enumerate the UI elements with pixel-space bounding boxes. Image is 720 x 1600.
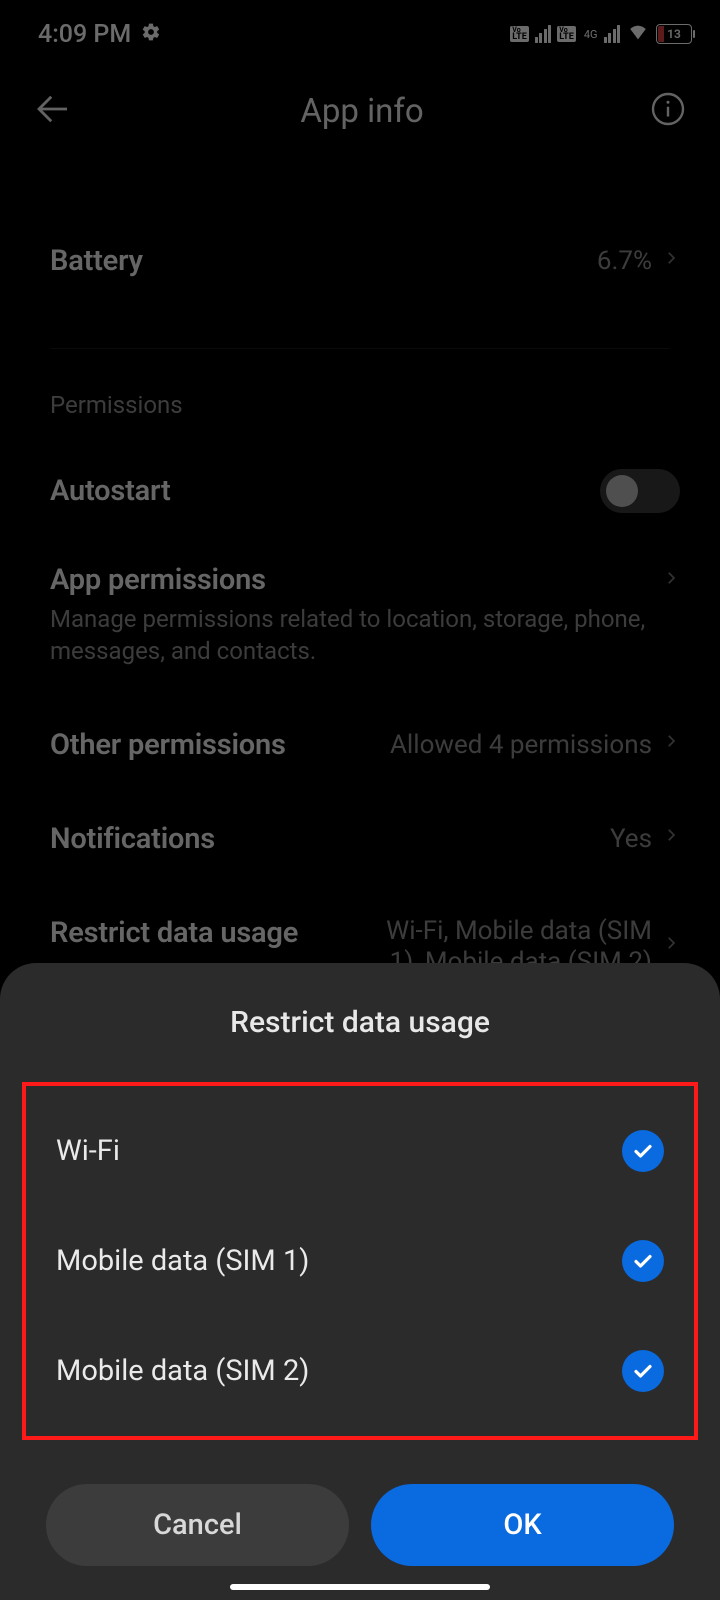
- row-subtext: Manage permissions related to location, …: [50, 603, 680, 668]
- page-header: App info: [0, 68, 720, 164]
- signal-icon-2: [604, 25, 621, 43]
- row-app-permissions[interactable]: App permissions Manage permissions relat…: [0, 533, 720, 688]
- page-title: App info: [300, 92, 423, 131]
- option-sim2[interactable]: Mobile data (SIM 2): [26, 1316, 694, 1426]
- row-value: Allowed 4 permissions: [390, 728, 680, 761]
- battery-percent: 13: [667, 27, 681, 41]
- row-label: Restrict data usage: [50, 916, 298, 950]
- back-button[interactable]: [32, 88, 74, 134]
- ok-label: OK: [503, 1508, 541, 1542]
- ok-button[interactable]: OK: [371, 1484, 674, 1566]
- option-label: Mobile data (SIM 2): [56, 1354, 309, 1388]
- check-icon: [622, 1130, 664, 1172]
- row-label: Other permissions: [50, 728, 286, 762]
- row-value: Yes: [610, 822, 680, 855]
- row-label: App permissions: [50, 563, 266, 597]
- signal-icon-1: [535, 25, 552, 43]
- chevron-right-icon: [662, 565, 680, 595]
- settings-content: Battery 6.7% Permissions Autostart App p…: [0, 164, 720, 998]
- row-notifications[interactable]: Notifications Yes: [0, 782, 720, 876]
- row-autostart[interactable]: Autostart: [0, 449, 720, 533]
- cancel-label: Cancel: [153, 1508, 242, 1542]
- background-page: 4:09 PM VoLTE VoLTE 4G 13: [0, 0, 720, 998]
- chevron-right-icon: [662, 728, 680, 761]
- restrict-data-dialog: Restrict data usage Wi-Fi Mobile data (S…: [0, 963, 720, 1600]
- wifi-icon: [626, 21, 650, 47]
- check-icon: [622, 1240, 664, 1282]
- other-permissions-value: Allowed 4 permissions: [390, 730, 652, 760]
- row-value: 6.7%: [597, 245, 680, 278]
- gear-icon: [141, 20, 161, 49]
- status-bar: 4:09 PM VoLTE VoLTE 4G 13: [0, 0, 720, 68]
- highlight-box: Wi-Fi Mobile data (SIM 1) Mobile data (S…: [22, 1082, 698, 1440]
- row-label: Battery: [50, 244, 143, 278]
- row-battery[interactable]: Battery 6.7%: [0, 224, 720, 298]
- autostart-toggle[interactable]: [600, 469, 680, 513]
- chevron-right-icon: [662, 245, 680, 278]
- row-other-permissions[interactable]: Other permissions Allowed 4 permissions: [0, 688, 720, 782]
- notifications-value: Yes: [610, 824, 652, 854]
- home-indicator[interactable]: [230, 1584, 490, 1590]
- dialog-title: Restrict data usage: [0, 963, 720, 1082]
- battery-icon: 13: [656, 24, 692, 44]
- dialog-actions: Cancel OK: [0, 1440, 720, 1566]
- check-icon: [622, 1350, 664, 1392]
- network-label: 4G: [584, 28, 598, 41]
- option-wifi[interactable]: Wi-Fi: [26, 1096, 694, 1206]
- status-time: 4:09 PM: [38, 20, 131, 49]
- toggle-knob: [606, 475, 638, 507]
- row-label: Autostart: [50, 474, 171, 508]
- status-left: 4:09 PM: [38, 20, 161, 49]
- volte-badge-2: VoLTE: [557, 26, 576, 42]
- option-label: Wi-Fi: [56, 1134, 120, 1168]
- chevron-right-icon: [662, 822, 680, 855]
- battery-body: 13: [656, 24, 692, 44]
- section-header-permissions: Permissions: [0, 349, 720, 449]
- info-button[interactable]: [650, 91, 686, 131]
- chevron-right-icon: [662, 930, 680, 964]
- option-label: Mobile data (SIM 1): [56, 1244, 309, 1278]
- volte-badge-1: VoLTE: [510, 26, 529, 42]
- battery-value: 6.7%: [597, 246, 652, 276]
- cancel-button[interactable]: Cancel: [46, 1484, 349, 1566]
- option-sim1[interactable]: Mobile data (SIM 1): [26, 1206, 694, 1316]
- row-label: Notifications: [50, 822, 215, 856]
- battery-fill: [658, 26, 664, 42]
- status-right: VoLTE VoLTE 4G 13: [510, 21, 692, 47]
